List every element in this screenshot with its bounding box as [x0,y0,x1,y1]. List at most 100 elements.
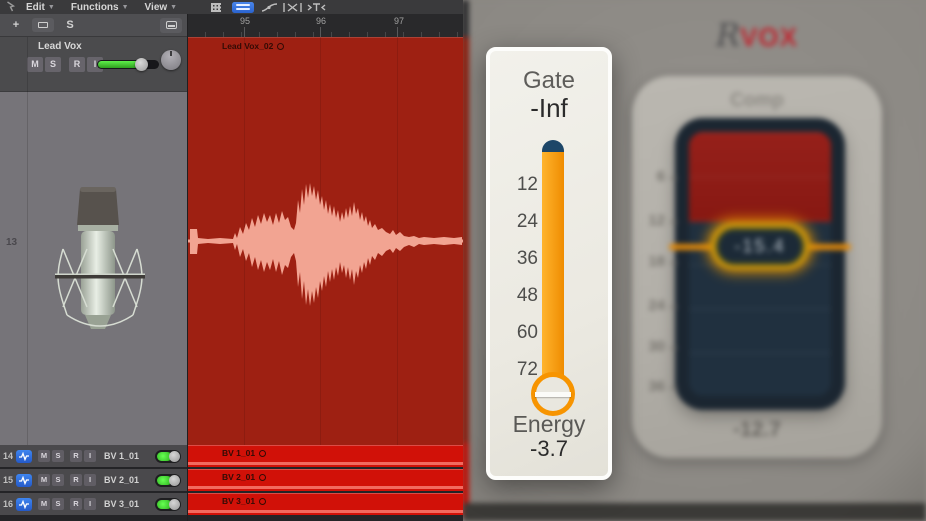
region-label-bv2: BV 2_01 [222,472,266,482]
pointer-tool-icon[interactable] [5,1,16,13]
gate-tick-60: 60 [490,322,538,344]
track-name-bv3: BV 3_01 [104,499,155,509]
display-icon [166,21,177,29]
volume-slider[interactable] [97,60,159,69]
solo-button[interactable]: S [45,57,61,72]
menu-view-label: View [145,2,168,13]
track-header-bv2[interactable]: 15 M S R I BV 2_01 [0,469,188,491]
record-button[interactable]: R [70,474,82,486]
track-header-bv3[interactable]: 16 M S R I BV 3_01 [0,493,188,515]
track-number-15: 15 [0,475,16,485]
flex-icon [282,2,303,13]
screenshot-root: Edit ▼ Functions ▼ View ▼ [0,0,926,521]
lead-vox-header-strip: Lead Vox M S R I [0,37,188,92]
gate-panel: Gate -Inf 12 24 36 48 60 72 Energy -3.7 [486,47,612,480]
ruler-mark-97: 97 [394,16,404,26]
region-label-bv1: BV 1_01 [222,448,266,458]
region-label-bv3: BV 3_01 [222,496,266,506]
grid-icon [211,3,221,12]
solo-mode-label: S [66,19,73,31]
rvox-plugin-panel: RVOX Comp 6 12 18 24 30 36 -15.4 -12.7 [463,0,926,521]
freeze-icon[interactable] [16,498,32,511]
solo-button[interactable]: S [52,474,64,486]
track-name-bv2: BV 2_01 [104,475,155,485]
bv-regions: BV 1_01 BV 2_01 BV 3_01 [188,445,463,521]
input-monitor-button[interactable]: I [84,474,96,486]
mute-button[interactable]: M [38,474,50,486]
track-name-bv1: BV 1_01 [104,451,155,461]
bv-track-headers: 14 M S R I BV 1_01 15 M S R I [0,445,188,521]
waveform [188,37,463,445]
input-monitor-button[interactable]: I [84,498,96,510]
energy-label: Energy [490,411,608,438]
display-mode-button[interactable] [160,18,182,33]
tracks-view-button[interactable] [232,2,254,13]
region-bv2[interactable]: BV 2_01 [188,469,463,491]
track-number-14: 14 [0,451,16,461]
gate-tick-36: 36 [490,248,538,270]
record-button[interactable]: R [69,57,85,72]
menu-functions-label: Functions [71,2,119,13]
freeze-icon[interactable] [16,474,32,487]
track-number-13: 13 [6,237,17,248]
track-header-bv1[interactable]: 14 M S R I BV 1_01 [0,445,188,467]
automation-button[interactable] [261,1,278,13]
chevron-down-icon: ▼ [122,4,129,11]
energy-value: -3.7 [490,436,608,462]
filter-icon [307,2,326,13]
menu-edit-label: Edit [26,2,45,13]
lead-vox-region[interactable]: Lead Vox_02 [188,37,463,445]
solo-button[interactable]: S [52,450,64,462]
input-monitor-button[interactable]: I [84,450,96,462]
gate-slider-bar[interactable] [542,152,564,394]
region-bv1[interactable]: BV 1_01 [188,445,463,467]
solo-button[interactable]: S [52,498,64,510]
gate-label: Gate [490,67,608,95]
track-on-toggle[interactable] [155,474,181,487]
solo-mode-button[interactable]: S [62,18,78,32]
mute-button[interactable]: M [38,498,50,510]
gate-slider-knob[interactable] [531,372,575,416]
menu-bar: Edit ▼ Functions ▼ View ▼ [0,0,463,14]
track-on-toggle[interactable] [155,450,181,463]
ruler-mark-95: 95 [240,16,250,26]
chevron-down-icon: ▼ [170,4,177,11]
track-on-toggle[interactable] [155,498,181,511]
menu-functions[interactable]: Functions ▼ [65,2,135,13]
automation-curve-icon [261,2,278,13]
volume-knob[interactable] [135,58,148,71]
loop-icon [259,474,266,481]
track-toolbar: + S [0,14,188,37]
pan-knob[interactable] [161,50,181,70]
record-button[interactable]: R [70,450,82,462]
timeline-ruler[interactable]: 95 96 97 [188,14,463,37]
loop-icon [259,498,266,505]
group-icon [38,22,48,28]
menu-edit[interactable]: Edit ▼ [20,2,61,13]
group-button[interactable] [32,18,54,32]
chevron-down-icon: ▼ [48,4,55,11]
gate-tick-48: 48 [490,285,538,307]
filter-button[interactable] [307,1,326,13]
menu-view[interactable]: View ▼ [139,2,184,13]
track-number-16: 16 [0,499,16,509]
gate-tick-24: 24 [490,211,538,233]
record-button[interactable]: R [70,498,82,510]
lead-vox-track-header[interactable]: Lead Vox M S R I 13 [0,37,188,445]
freeze-icon[interactable] [16,450,32,463]
flex-button[interactable] [282,1,303,13]
loop-icon [259,450,266,457]
daw-window: Edit ▼ Functions ▼ View ▼ [0,0,463,521]
gate-value: -Inf [490,93,608,124]
track-name-lead-vox: Lead Vox [38,41,82,52]
microphone-image [53,185,147,341]
gate-tick-12: 12 [490,174,538,196]
grid-view-button[interactable] [207,1,225,13]
ruler-mark-96: 96 [316,16,326,26]
region-bv3[interactable]: BV 3_01 [188,493,463,515]
mute-button[interactable]: M [27,57,43,72]
mute-button[interactable]: M [38,450,50,462]
add-track-button[interactable]: + [8,18,24,32]
volume-fill [98,61,139,68]
gate-tick-72: 72 [490,359,538,381]
